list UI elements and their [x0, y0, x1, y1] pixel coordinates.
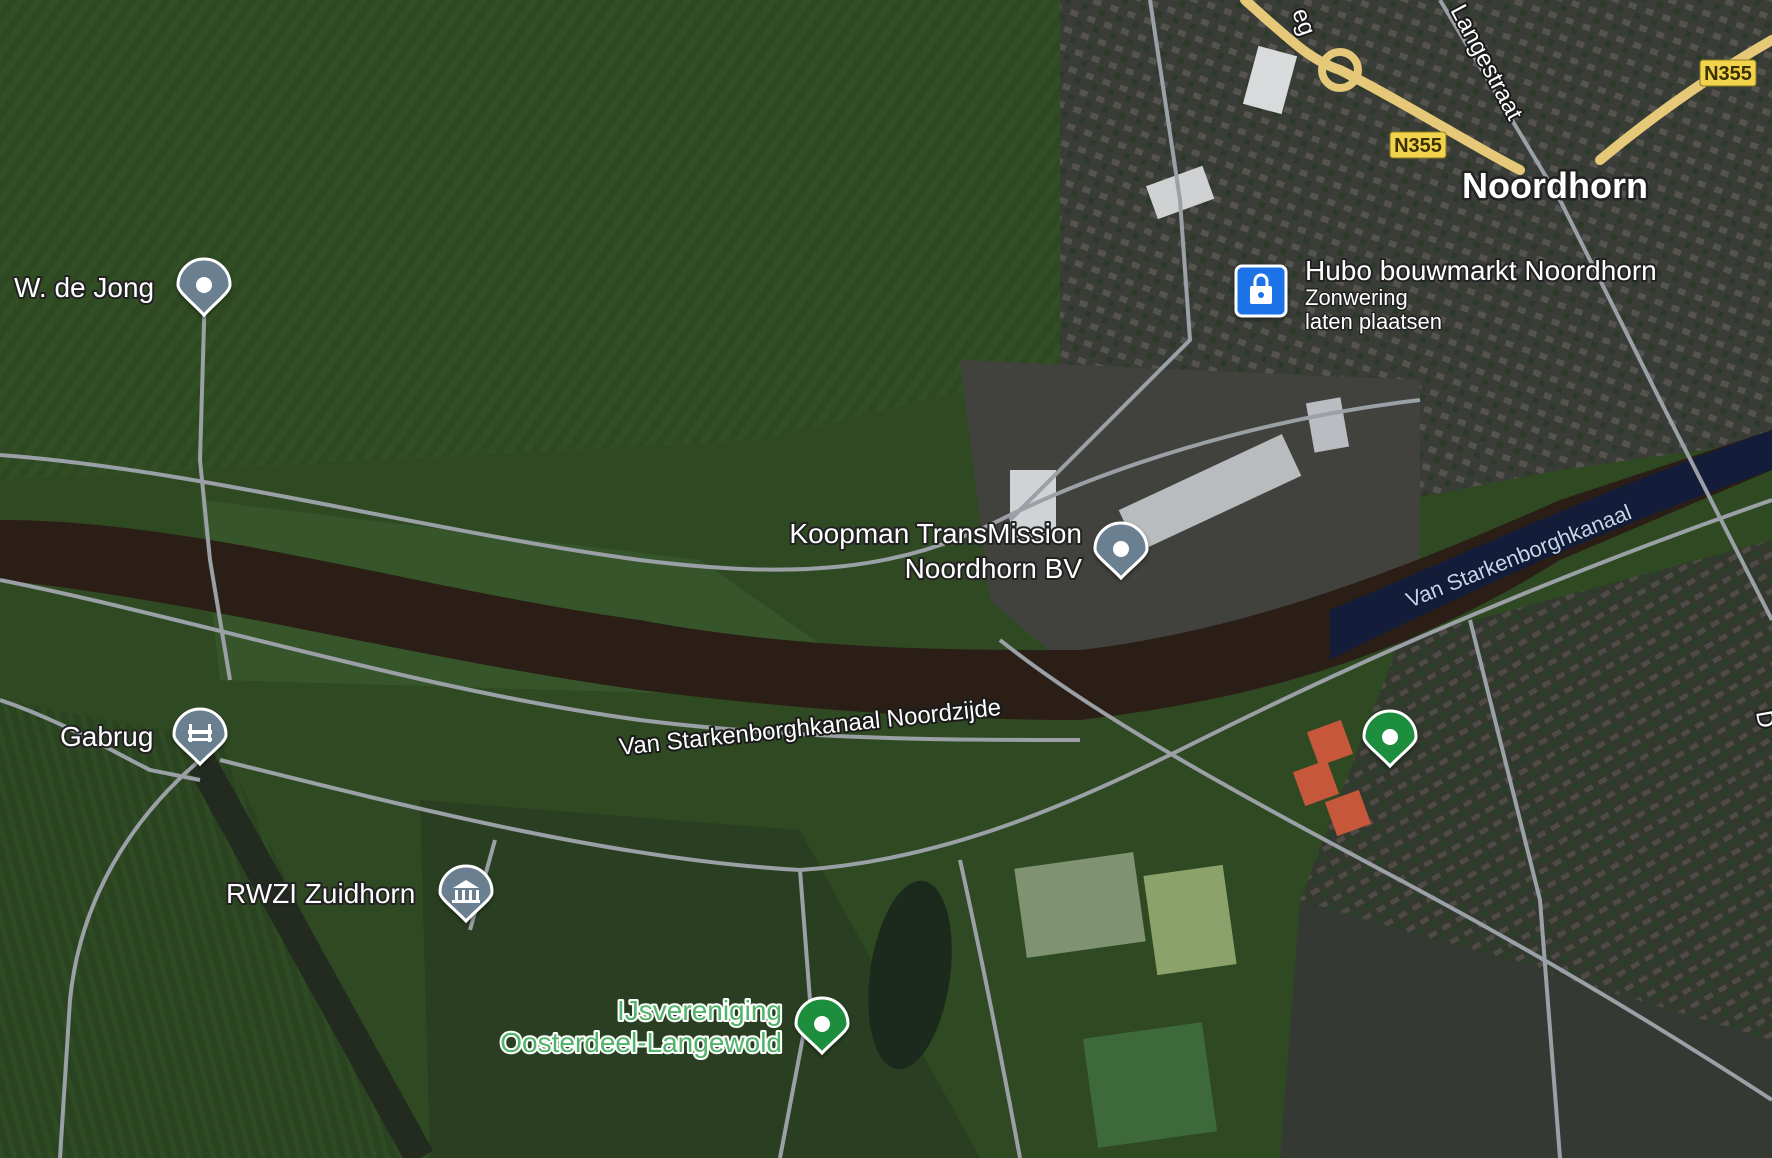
poi-sublabel-hubo-2: laten plaatsen [1305, 309, 1442, 334]
n355-shield-2: N355 [1699, 59, 1757, 87]
n355-shield-1-label: N355 [1394, 135, 1442, 157]
poi-label-koopman-line1[interactable]: Koopman TransMission [787, 516, 1084, 551]
sports-field-3 [1082, 1022, 1218, 1148]
town-label-noordhorn[interactable]: Noordhorn [1460, 163, 1651, 209]
shopping-bag-icon[interactable] [1234, 264, 1288, 318]
n355-shield-2-label: N355 [1704, 63, 1752, 85]
poi-label-wdejong[interactable]: W. de Jong [12, 270, 156, 305]
poi-label-hubo[interactable]: Hubo bouwmarkt Noordhorn [1303, 253, 1659, 288]
road-label-partial-right: D [1750, 708, 1772, 730]
sports-field-2 [1143, 864, 1237, 976]
sports-field-1 [1014, 852, 1146, 958]
n355-shield-1: N355 [1389, 131, 1447, 159]
poi-label-rwzi[interactable]: RWZI Zuidhorn [224, 876, 417, 911]
poi-label-ijs-line2[interactable]: Oosterdeel-Langewold [498, 1025, 784, 1060]
poi-label-ijs-line1[interactable]: IJsvereniging [615, 993, 784, 1028]
poi-label-gabrug[interactable]: Gabrug [58, 719, 155, 754]
poi-label-koopman-line2[interactable]: Noordhorn BV [903, 551, 1085, 586]
satellite-map[interactable]: N355 N355 Van Starkenborghkanaal Noordzi… [0, 0, 1772, 1158]
poi-sublabel-hubo-1: Zonwering [1305, 285, 1408, 310]
